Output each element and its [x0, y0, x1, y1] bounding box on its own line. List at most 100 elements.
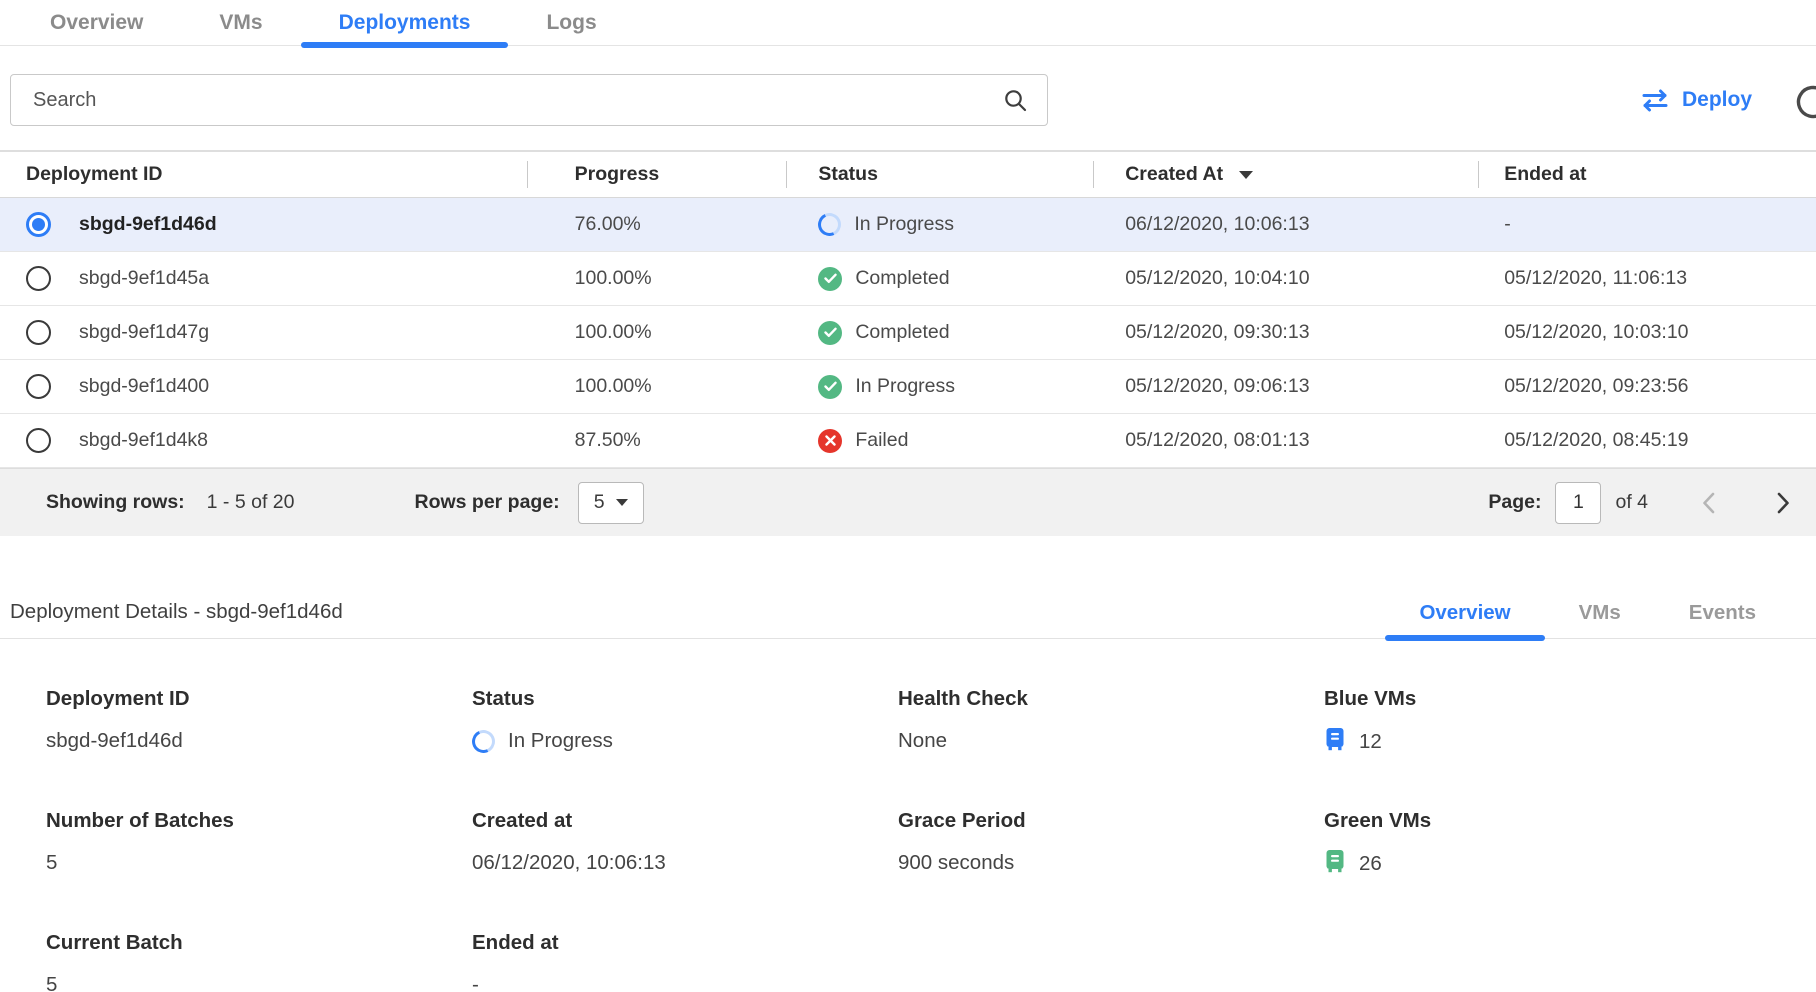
column-label: Created At: [1125, 163, 1223, 186]
field-status: Status In Progress: [472, 687, 898, 757]
status-cell: In Progress: [786, 360, 1093, 413]
column-header-deployment-id[interactable]: Deployment ID: [0, 152, 527, 197]
field-label: Blue VMs: [1324, 687, 1750, 711]
detail-tab-vms[interactable]: VMs: [1545, 601, 1655, 638]
ended-at-value: 05/12/2020, 11:06:13: [1478, 252, 1816, 305]
toolbar: Deploy: [10, 74, 1816, 126]
deploy-button[interactable]: Deploy: [1641, 88, 1752, 112]
radio-button[interactable]: [26, 266, 51, 291]
deployment-id: sbgd-9ef1d47g: [79, 321, 209, 344]
table-row[interactable]: sbgd-9ef1d400 100.00% In Progress 05/12/…: [0, 360, 1816, 414]
created-at-value: 05/12/2020, 09:06:13: [1093, 360, 1478, 413]
status-cell: In Progress: [786, 198, 1093, 251]
radio-button[interactable]: [26, 212, 51, 237]
success-icon: [818, 267, 842, 291]
radio-button[interactable]: [26, 374, 51, 399]
column-header-status[interactable]: Status: [786, 152, 1093, 197]
search-box: [10, 74, 1048, 126]
table-row[interactable]: sbgd-9ef1d4k8 87.50% Failed 05/12/2020, …: [0, 414, 1816, 468]
refresh-button[interactable]: [1793, 82, 1816, 122]
field-number-of-batches: Number of Batches 5: [46, 809, 472, 879]
chevron-left-icon: [1702, 492, 1715, 514]
field-value: 12: [1324, 727, 1750, 757]
tab-vms[interactable]: VMs: [181, 0, 300, 45]
deployments-page: Overview VMs Deployments Logs Deploy Dep…: [0, 0, 1816, 992]
detail-tab-overview[interactable]: Overview: [1385, 601, 1544, 638]
status-cell: Failed: [786, 414, 1093, 467]
status-cell: Completed: [786, 252, 1093, 305]
created-at-value: 06/12/2020, 10:06:13: [1093, 198, 1478, 251]
table-row[interactable]: sbgd-9ef1d46d 76.00% In Progress 06/12/2…: [0, 198, 1816, 252]
column-label: Status: [818, 163, 878, 186]
rows-per-page-select[interactable]: 5: [578, 482, 644, 524]
vm-count: 12: [1359, 730, 1382, 754]
field-label: Status: [472, 687, 898, 711]
column-header-ended-at[interactable]: Ended at: [1478, 152, 1816, 197]
details-grid: Deployment ID sbgd-9ef1d46d Status In Pr…: [46, 687, 1816, 992]
created-at-value: 05/12/2020, 09:30:13: [1093, 306, 1478, 359]
deployment-id: sbgd-9ef1d4k8: [79, 429, 208, 452]
vm-count: 26: [1359, 852, 1382, 876]
field-value: sbgd-9ef1d46d: [46, 727, 472, 755]
details-header: Deployment Details - sbgd-9ef1d46d Overv…: [0, 600, 1816, 639]
field-label: Number of Batches: [46, 809, 472, 833]
page-input[interactable]: [1555, 482, 1601, 524]
search-input[interactable]: [10, 74, 1048, 126]
tab-logs[interactable]: Logs: [508, 0, 634, 45]
status-label: Completed: [855, 321, 949, 344]
field-ended-at: Ended at -: [472, 931, 898, 992]
progress-value: 76.00%: [527, 198, 787, 251]
radio-button[interactable]: [26, 320, 51, 345]
tab-overview[interactable]: Overview: [12, 0, 181, 45]
deployment-id: sbgd-9ef1d46d: [79, 213, 217, 236]
field-value: 900 seconds: [898, 849, 1324, 877]
field-value: 5: [46, 849, 472, 877]
ended-at-value: 05/12/2020, 10:03:10: [1478, 306, 1816, 359]
ended-at-value: 05/12/2020, 09:23:56: [1478, 360, 1816, 413]
search-icon[interactable]: [1003, 88, 1028, 113]
chevron-right-icon: [1777, 492, 1790, 514]
tab-deployments[interactable]: Deployments: [301, 0, 509, 45]
caret-down-icon: [616, 499, 628, 506]
next-page-button[interactable]: [1777, 492, 1790, 514]
refresh-icon: [1793, 82, 1816, 122]
field-label: Deployment ID: [46, 687, 472, 711]
detail-tab-events[interactable]: Events: [1655, 601, 1790, 638]
showing-rows-value: 1 - 5 of 20: [207, 491, 295, 514]
prev-page-button[interactable]: [1702, 492, 1715, 514]
spinner-icon: [815, 210, 844, 239]
table-row[interactable]: sbgd-9ef1d45a 100.00% Completed 05/12/20…: [0, 252, 1816, 306]
field-value: 5: [46, 971, 472, 992]
progress-value: 100.00%: [527, 252, 787, 305]
field-label: Created at: [472, 809, 898, 833]
field-blue-vms: Blue VMs 12: [1324, 687, 1750, 757]
failed-icon: [818, 429, 842, 453]
ended-at-value: 05/12/2020, 08:45:19: [1478, 414, 1816, 467]
table-footer: Showing rows: 1 - 5 of 20 Rows per page:…: [0, 468, 1816, 536]
field-current-batch: Current Batch 5: [46, 931, 472, 992]
main-tab-bar: Overview VMs Deployments Logs: [0, 0, 1816, 46]
progress-value: 87.50%: [527, 414, 787, 467]
status-label: In Progress: [508, 729, 613, 753]
field-value: 26: [1324, 849, 1750, 879]
success-icon: [818, 375, 842, 399]
status-label: Failed: [855, 429, 908, 452]
field-label: Ended at: [472, 931, 898, 955]
field-value: 06/12/2020, 10:06:13: [472, 849, 898, 877]
created-at-value: 05/12/2020, 10:04:10: [1093, 252, 1478, 305]
column-label: Progress: [575, 163, 660, 186]
radio-button[interactable]: [26, 428, 51, 453]
field-created-at: Created at 06/12/2020, 10:06:13: [472, 809, 898, 879]
ended-at-value: -: [1478, 198, 1816, 251]
column-header-progress[interactable]: Progress: [527, 152, 787, 197]
table-row[interactable]: sbgd-9ef1d47g 100.00% Completed 05/12/20…: [0, 306, 1816, 360]
swap-arrows-icon: [1641, 89, 1669, 112]
progress-value: 100.00%: [527, 306, 787, 359]
field-grace-period: Grace Period 900 seconds: [898, 809, 1324, 879]
status-label: Completed: [855, 267, 949, 290]
deployment-id: sbgd-9ef1d45a: [79, 267, 209, 290]
field-label: Grace Period: [898, 809, 1324, 833]
status-cell: Completed: [786, 306, 1093, 359]
created-at-value: 05/12/2020, 08:01:13: [1093, 414, 1478, 467]
column-header-created-at[interactable]: Created At: [1093, 152, 1478, 197]
